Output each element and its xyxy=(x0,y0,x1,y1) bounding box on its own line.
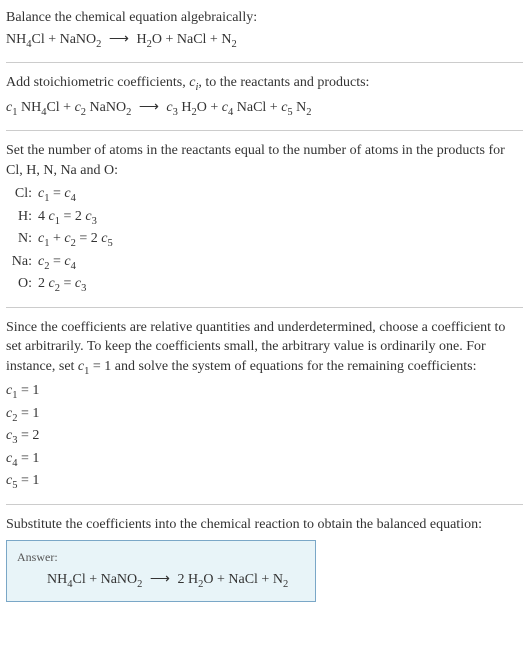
balance-prompt: Balance the chemical equation algebraica… xyxy=(6,8,523,28)
solve-intro: Since the coefficients are relative quan… xyxy=(6,318,523,380)
atom-eq-cl: c1 = c4 xyxy=(38,184,76,206)
reaction-arrow: ⟶ xyxy=(105,32,133,47)
atom-label-n: N: xyxy=(10,229,38,249)
atom-eq-na: c2 = c4 xyxy=(38,252,76,274)
table-row: N: c1 + c2 = 2 c5 xyxy=(10,229,523,251)
coefficient-solutions: c1 = 1 c2 = 1 c3 = 2 c4 = 1 c5 = 1 xyxy=(6,381,523,493)
substitute-section: Substitute the coefficients into the che… xyxy=(6,515,523,602)
atom-balance-section: Set the number of atoms in the reactants… xyxy=(6,141,523,297)
atom-label-na: Na: xyxy=(10,252,38,272)
substitute-intro: Substitute the coefficients into the che… xyxy=(6,515,523,535)
table-row: Na: c2 = c4 xyxy=(10,252,523,274)
answer-label: Answer: xyxy=(17,549,305,566)
divider xyxy=(6,307,523,308)
table-row: Cl: c1 = c4 xyxy=(10,184,523,206)
solve-section: Since the coefficients are relative quan… xyxy=(6,318,523,494)
reaction-arrow: ⟶ xyxy=(135,100,163,115)
coef-line-2: c2 = 1 xyxy=(6,404,523,426)
unbalanced-equation: NH4Cl + NaNO2 ⟶ H2O + NaCl + N2 xyxy=(6,30,523,52)
coef-line-1: c1 = 1 xyxy=(6,381,523,403)
coef-line-5: c5 = 1 xyxy=(6,471,523,493)
atom-label-h: H: xyxy=(10,207,38,227)
atom-eq-n: c1 + c2 = 2 c5 xyxy=(38,229,113,251)
coef-line-3: c3 = 2 xyxy=(6,426,523,448)
header-section: Balance the chemical equation algebraica… xyxy=(6,8,523,52)
atom-eq-h: 4 c1 = 2 c3 xyxy=(38,207,97,229)
atom-label-o: O: xyxy=(10,274,38,294)
atom-eq-o: 2 c2 = c3 xyxy=(38,274,86,296)
divider xyxy=(6,504,523,505)
answer-rhs: 2 H2O + NaCl + N2 xyxy=(177,572,288,587)
balanced-equation: NH4Cl + NaNO2 ⟶ 2 H2O + NaCl + N2 xyxy=(17,570,305,592)
table-row: H: 4 c1 = 2 c3 xyxy=(10,207,523,229)
answer-lhs: NH4Cl + NaNO2 xyxy=(47,572,142,587)
divider xyxy=(6,130,523,131)
eq-rhs: H2O + NaCl + N2 xyxy=(136,32,236,47)
atom-label-cl: Cl: xyxy=(10,184,38,204)
answer-box: Answer: NH4Cl + NaNO2 ⟶ 2 H2O + NaCl + N… xyxy=(6,540,316,601)
table-row: O: 2 c2 = c3 xyxy=(10,274,523,296)
coef-line-4: c4 = 1 xyxy=(6,449,523,471)
atom-equations-table: Cl: c1 = c4 H: 4 c1 = 2 c3 N: c1 + c2 = … xyxy=(10,184,523,296)
divider xyxy=(6,62,523,63)
eq-lhs: NH4Cl + NaNO2 xyxy=(6,32,101,47)
reaction-arrow: ⟶ xyxy=(146,572,174,587)
atoms-intro: Set the number of atoms in the reactants… xyxy=(6,141,523,180)
stoich-equation: c1 NH4Cl + c2 NaNO2 ⟶ c3 H2O + c4 NaCl +… xyxy=(6,98,523,120)
stoichiometric-section: Add stoichiometric coefficients, ci, to … xyxy=(6,73,523,120)
stoich-intro: Add stoichiometric coefficients, ci, to … xyxy=(6,73,523,95)
